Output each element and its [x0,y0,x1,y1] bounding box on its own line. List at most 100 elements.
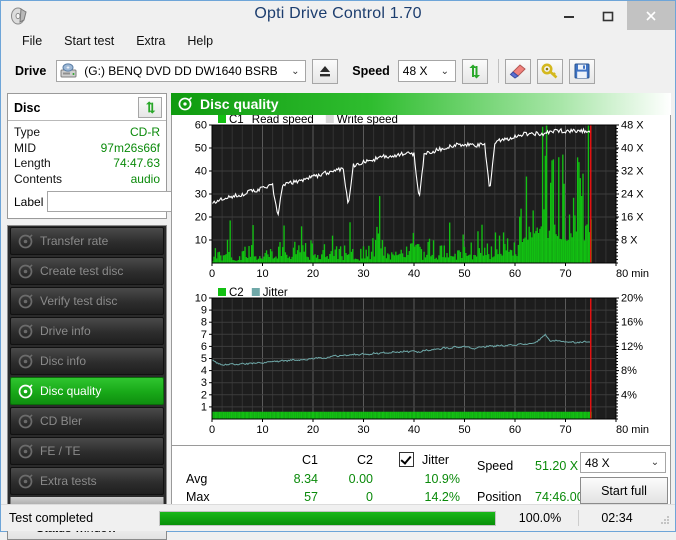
stat-row-key: Max [186,490,210,504]
svg-text:10: 10 [256,268,268,280]
disc-key: Length [14,156,51,172]
save-button[interactable] [569,59,595,84]
sidebar-item-drive-info[interactable]: Drive info [10,317,164,345]
disc-value: 97m26s66f [101,141,160,157]
stat-col-c2: C2 [327,453,373,467]
title-bar: Opti Drive Control 1.70 [1,1,675,30]
sidebar-item-cd-bler[interactable]: CD Bler [10,407,164,435]
resize-grip-icon[interactable] [655,510,671,526]
elapsed-time: 02:34 [579,511,655,525]
sidebar-item-fe-te[interactable]: FE / TE [10,437,164,465]
svg-text:8 X: 8 X [621,235,638,247]
svg-text:C1: C1 [229,115,244,126]
svg-text:10: 10 [256,424,268,436]
svg-text:20: 20 [195,212,207,224]
disc-icon [18,264,33,279]
close-button[interactable] [627,1,675,30]
disc-refresh-button[interactable] [138,97,162,118]
position-value: 74:46.00 [535,490,584,504]
refresh-button[interactable] [462,59,488,84]
svg-text:C2: C2 [229,287,244,299]
svg-text:12%: 12% [621,341,643,353]
svg-text:8: 8 [201,317,207,329]
svg-text:50: 50 [195,143,207,155]
jitter-checkbox[interactable] [399,452,414,468]
svg-text:50: 50 [458,424,470,436]
chevron-down-icon[interactable]: ⌄ [645,457,665,468]
disc-icon [18,294,33,309]
svg-text:6: 6 [201,341,207,353]
menu-help[interactable]: Help [176,31,224,51]
svg-text:1: 1 [201,401,207,413]
svg-text:4: 4 [201,365,207,377]
disc-panel-title: Disc [14,101,40,115]
disc-icon [18,354,33,369]
menu-extra[interactable]: Extra [125,31,176,51]
sidebar-item-disc-quality[interactable]: Disc quality [10,377,164,405]
svg-text:48 X: 48 X [621,120,644,132]
svg-text:20: 20 [307,424,319,436]
disc-quality-icon [178,97,192,111]
svg-text:Write speed: Write speed [337,115,398,126]
svg-text:60: 60 [509,268,521,280]
svg-text:70: 70 [559,268,571,280]
svg-text:7: 7 [201,329,207,341]
toolbar: Drive (G:) BENQ DVD DD DW1640 BSRB ⌄ Spe [1,52,675,90]
minimize-button[interactable] [549,1,588,30]
sidebar-item-label: FE / TE [40,444,80,458]
svg-text:10: 10 [195,293,207,305]
svg-text:8%: 8% [621,365,637,377]
disc-value: audio [131,172,160,188]
disc-label-key: Label [14,195,43,209]
svg-text:50: 50 [458,268,470,280]
sidebar-item-create-test-disc[interactable]: Create test disc [10,257,164,285]
svg-text:16%: 16% [621,317,643,329]
sidebar-item-transfer-rate[interactable]: Transfer rate [10,227,164,255]
key-button[interactable] [537,59,563,84]
sidebar-item-verify-test-disc[interactable]: Verify test disc [10,287,164,315]
menu-bar: File Start test Extra Help [1,30,675,52]
menu-start-test[interactable]: Start test [53,31,125,51]
svg-text:10: 10 [195,235,207,247]
disc-icon [18,234,33,249]
chevron-down-icon[interactable]: ⌄ [285,66,305,77]
disc-rows: Type CD-R MID 97m26s66f Length 74:47.63 … [8,121,166,218]
stat-row-key: Avg [186,472,207,486]
svg-text:30: 30 [357,424,369,436]
sidebar-item-label: Disc quality [40,384,101,398]
svg-text:Jitter: Jitter [263,287,288,299]
disc-quality-charts: C1Read speedWrite speed1020304050608 X16… [172,115,672,445]
disc-info-panel: Disc Type CD-R MID 97m26s66f [7,93,167,219]
svg-text:80 min: 80 min [616,424,649,436]
stat-max-c1: 57 [272,490,318,504]
status-text: Test completed [1,511,159,525]
position-key: Position [477,490,521,504]
stat-avg-c2: 0.00 [327,472,373,486]
disc-icon [18,444,33,459]
stat-max-jitter: 14.2% [404,490,460,504]
svg-text:70: 70 [559,424,571,436]
eraser-button[interactable] [505,59,531,84]
svg-text:40: 40 [408,424,420,436]
test-speed-select[interactable]: 48 X ⌄ [580,452,666,473]
sidebar-item-label: Create test disc [40,264,123,278]
speed-label: Speed [352,64,390,78]
checkbox-icon[interactable] [399,452,414,467]
chevron-down-icon[interactable]: ⌄ [435,66,455,77]
start-full-button[interactable]: Start full [580,477,668,504]
svg-text:24 X: 24 X [621,189,644,201]
disc-key: Contents [14,172,62,188]
maximize-button[interactable] [588,1,627,30]
sidebar-item-extra-tests[interactable]: Extra tests [10,467,164,495]
svg-text:40 X: 40 X [621,143,644,155]
speed-select[interactable]: 48 X ⌄ [398,60,456,82]
menu-file[interactable]: File [11,31,53,51]
eject-button[interactable] [312,59,338,84]
sidebar-item-label: Drive info [40,324,91,338]
disc-icon [18,324,33,339]
drive-select[interactable]: (G:) BENQ DVD DD DW1640 BSRB ⌄ [56,60,306,82]
speed-value: 51.20 X [535,459,578,473]
svg-text:40: 40 [408,268,420,280]
sidebar-item-disc-info[interactable]: Disc info [10,347,164,375]
stat-max-c2: 0 [327,490,373,504]
